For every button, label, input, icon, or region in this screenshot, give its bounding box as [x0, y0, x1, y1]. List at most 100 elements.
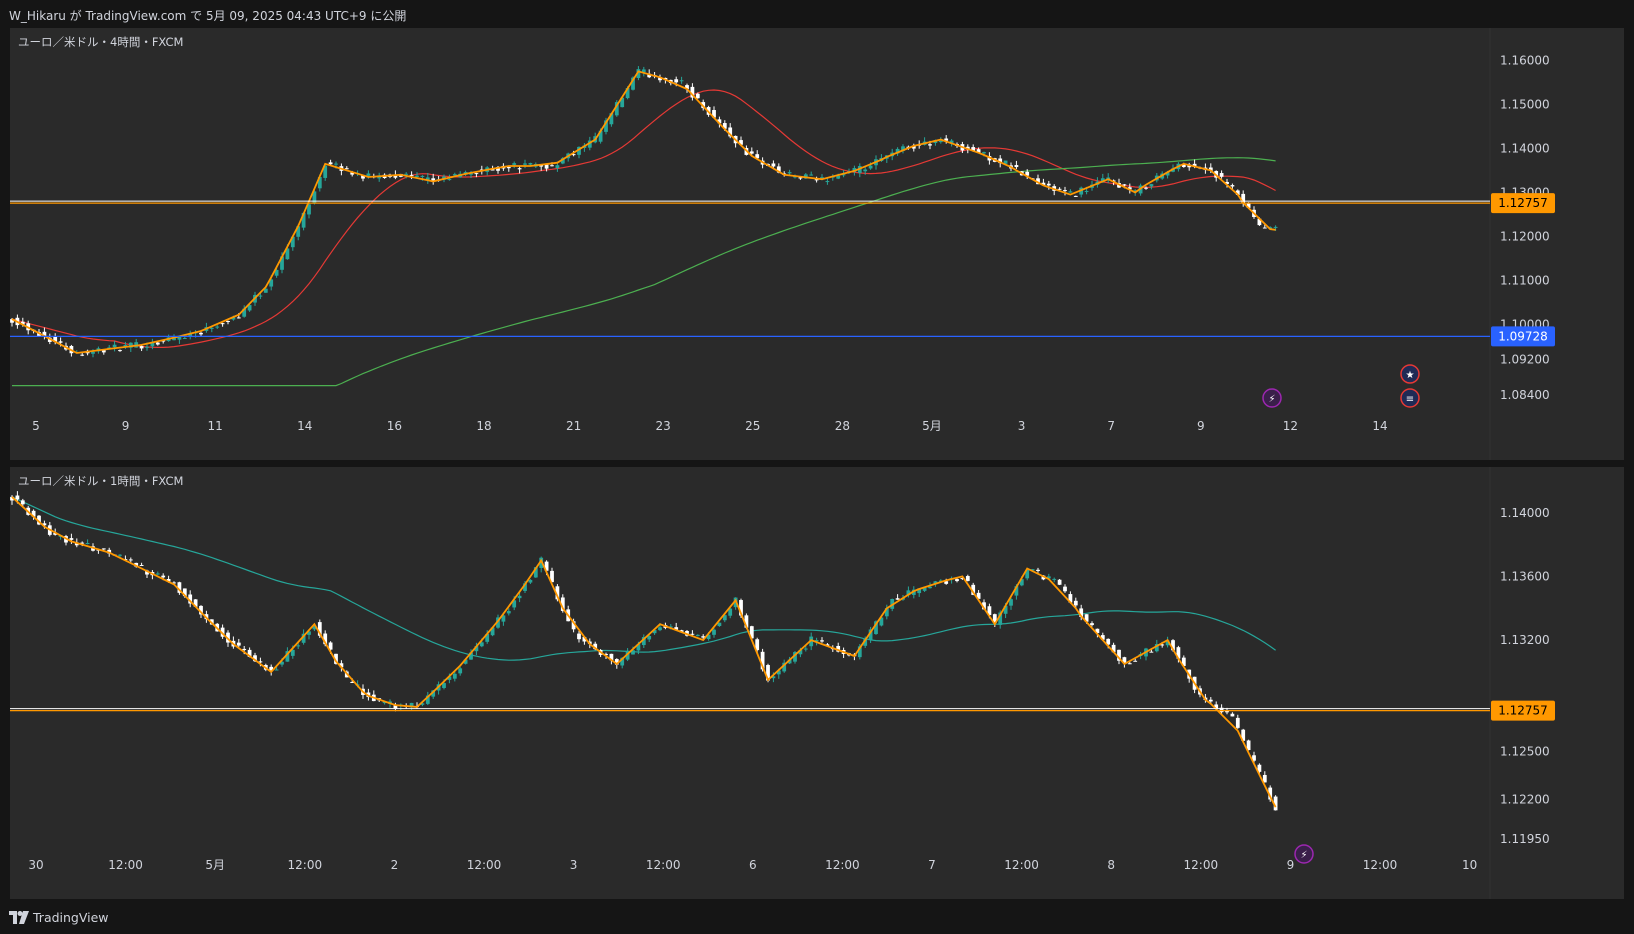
time-tick-label: 7 [928, 858, 936, 872]
candle-body [236, 317, 241, 319]
candle-body [209, 327, 214, 329]
time-tick-label: 12:00 [108, 858, 143, 872]
time-tick-label: 8 [1107, 858, 1115, 872]
time-tick-label: 11 [208, 419, 223, 433]
candle-body [544, 164, 549, 169]
candle-body [1084, 190, 1089, 192]
candle-body [118, 554, 122, 556]
time-tick-label: 12:00 [1184, 858, 1219, 872]
candle-body [334, 163, 338, 165]
time-tick-label: 12:00 [1363, 858, 1398, 872]
price-tick-label: 1.11000 [1500, 273, 1550, 287]
time-tick-label: 16 [387, 419, 402, 433]
candle-body [1144, 187, 1148, 189]
time-tick-label: 12:00 [825, 858, 860, 872]
price-tick-label: 1.16000 [1500, 53, 1550, 67]
time-tick-label: 28 [835, 419, 850, 433]
time-tick-label: 12:00 [467, 858, 502, 872]
lightning-icon[interactable]: ⚡ [1294, 844, 1314, 864]
moving-average-line [11, 89, 1276, 348]
price-tag-label: 1.12757 [1498, 704, 1548, 718]
time-tick-label: 14 [297, 419, 312, 433]
candle-body [577, 633, 581, 640]
candle-body [85, 542, 90, 544]
us-flag-icon[interactable]: ≡ [1400, 388, 1420, 408]
candle-body [91, 351, 95, 354]
candle-body [1063, 586, 1067, 592]
candle-body [112, 344, 117, 348]
candle-body [1133, 660, 1138, 662]
svg-text:≡: ≡ [1406, 394, 1414, 405]
candle-body [523, 163, 527, 165]
chart-4h-svg[interactable]: 1.160001.150001.140001.130001.120001.110… [10, 28, 1624, 460]
candle-body [938, 140, 943, 143]
candle-body [712, 629, 716, 635]
chart-1h-svg[interactable]: 1.14000 1.13600 1.13200 1.12500 1.12200 1.119… [10, 467, 1624, 899]
candle-body [1063, 190, 1067, 192]
candle-body [236, 642, 241, 646]
time-tick-label: 18 [476, 419, 491, 433]
time-tick-label: 2 [391, 858, 399, 872]
candle-body [1057, 579, 1062, 585]
candle-body [474, 173, 479, 175]
publish-info: W_Hikaru が TradingView.com で 5月 09, 2025… [9, 9, 407, 23]
candle-body [1068, 191, 1073, 193]
candle-body [404, 173, 409, 175]
pane-title: ユーロ／米ドル・4時間・FXCM [18, 35, 184, 49]
candle-body [803, 648, 808, 650]
candle-body [128, 559, 133, 561]
candle-body [274, 669, 279, 671]
candle-body [328, 162, 333, 165]
candle-body [674, 79, 679, 83]
candle-body [1073, 195, 1078, 197]
brand-name: TradingView [33, 910, 109, 925]
time-tick-label: 5月 [205, 858, 225, 872]
lightning-icon[interactable]: ⚡ [1262, 388, 1282, 408]
candle-body [296, 645, 301, 647]
candle-body [868, 165, 873, 169]
time-tick-label: 10 [1462, 858, 1477, 872]
svg-text:★: ★ [1406, 370, 1415, 381]
candle-body [1149, 184, 1154, 187]
time-tick-label: 9 [1197, 419, 1205, 433]
candle-body [690, 633, 695, 635]
price-tick-label: 1.12200 [1500, 792, 1550, 806]
candle-body [69, 538, 74, 540]
time-tick-label: 25 [745, 419, 760, 433]
price-tick-label: 1.14000 [1500, 141, 1550, 155]
candle-body [1149, 651, 1154, 653]
candle-body [658, 627, 662, 631]
candle-body [512, 163, 517, 165]
candle-body [101, 548, 106, 550]
time-tick-label: 21 [566, 419, 581, 433]
candle-body [220, 323, 225, 325]
candle-body [825, 181, 830, 183]
candle-body [420, 175, 425, 177]
candle-body [1262, 227, 1267, 229]
candle-body [242, 648, 247, 651]
candle-body [550, 165, 554, 167]
price-tick-label: 1.08400 [1500, 388, 1550, 402]
time-tick-label: 5 [32, 419, 40, 433]
candle-body [1235, 717, 1240, 728]
chart-pane-4h[interactable]: 1.16000 1.15000 1.14000 1.13000 1.12000 1.110… [10, 28, 1624, 460]
price-tag-label: 1.12757 [1498, 196, 1548, 210]
candle-body [982, 152, 986, 154]
time-tick-label: 3 [1018, 419, 1026, 433]
candle-body [145, 346, 149, 348]
candle-body [155, 573, 160, 575]
candle-body [215, 326, 220, 328]
candle-body [863, 169, 868, 172]
candle-body [1052, 578, 1057, 580]
time-tick-label: 5月 [922, 419, 942, 433]
chart-pane-1h[interactable]: 1.14000 1.13600 1.13200 1.12500 1.12200 1.119… [10, 467, 1624, 899]
candle-body [695, 634, 700, 636]
zigzag-line [11, 70, 1276, 354]
price-tick-label: 1.14000 [1500, 506, 1550, 520]
candle-body [1036, 569, 1040, 571]
candle-body [528, 579, 533, 583]
eu-flag-icon[interactable]: ★ [1400, 364, 1420, 384]
candle-body [1090, 623, 1094, 626]
candle-body [20, 500, 25, 505]
candle-body [80, 354, 85, 356]
